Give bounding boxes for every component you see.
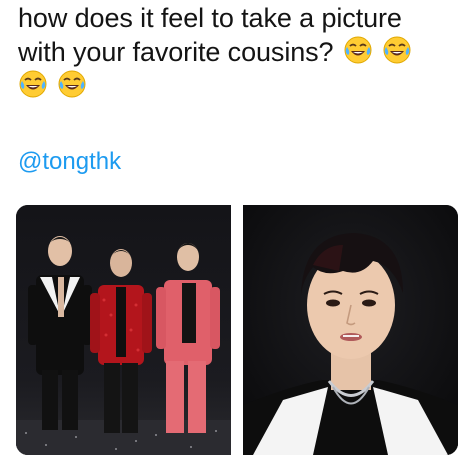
laughing-emoji-icon [57,69,87,99]
caption-line: how does it feel to take a picture [18,2,458,35]
mention-link[interactable]: @tongthk [18,148,121,176]
laughing-emoji-icon [18,69,48,99]
caption-line [18,69,458,103]
post-caption: how does it feel to take a picture with … [18,2,458,103]
media-grid [16,205,458,455]
three-men-on-stage-photo[interactable] [16,205,231,455]
caption-text-line1: how does it feel to take a picture [18,3,402,33]
closeup-portrait-photo[interactable] [243,205,458,455]
caption-text-line2: with your favorite cousins? [18,37,334,67]
laughing-emoji-icon [382,35,412,65]
caption-line: with your favorite cousins? [18,35,458,69]
laughing-emoji-icon [343,35,373,65]
